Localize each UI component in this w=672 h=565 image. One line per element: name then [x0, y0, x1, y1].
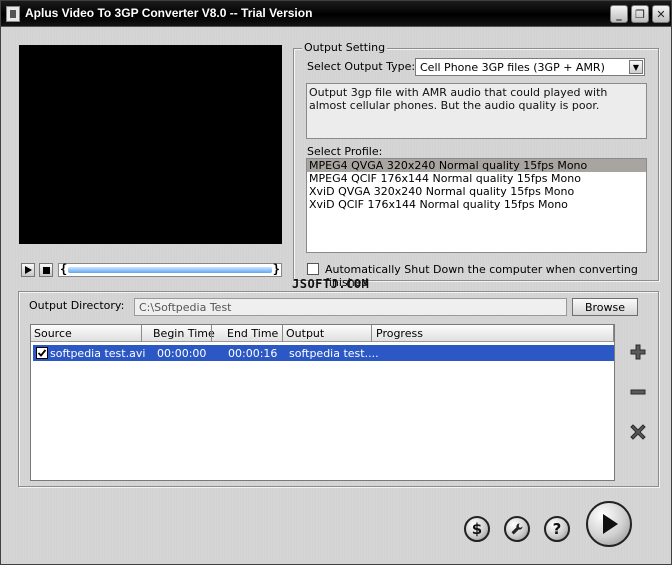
column-separator[interactable] [211, 325, 212, 342]
shutdown-checkbox[interactable] [307, 263, 319, 275]
options-button[interactable] [504, 516, 530, 542]
row-source: softpedia test.avi [50, 347, 146, 360]
row-output: softpedia test.... [289, 347, 379, 360]
profile-item[interactable]: MPEG4 QVGA 320x240 Normal quality 15fps … [307, 159, 646, 172]
seek-end-marker[interactable]: } [273, 262, 280, 276]
seek-start-marker[interactable]: { [60, 262, 67, 276]
close-button[interactable]: ✕ [652, 5, 670, 23]
profile-item[interactable]: XviD QVGA 320x240 Normal quality 15fps M… [307, 185, 646, 198]
table-row[interactable]: softpedia test.avi 00:00:00 00:00:16 sof… [33, 345, 614, 361]
output-setting-legend: Output Setting [302, 41, 388, 54]
profile-item[interactable]: XviD QCIF 176x144 Normal quality 15fps M… [307, 198, 646, 211]
column-separator[interactable] [371, 325, 372, 342]
output-type-description: Output 3gp file with AMR audio that coul… [306, 83, 647, 139]
column-header-end-time[interactable]: End Time [224, 327, 278, 340]
browse-button[interactable]: Browse [572, 298, 638, 316]
app-icon [6, 6, 20, 22]
output-type-value: Cell Phone 3GP files (3GP + AMR) [420, 61, 605, 74]
window-title: Aplus Video To 3GP Converter V8.0 -- Tri… [25, 6, 313, 20]
row-checkbox[interactable] [36, 347, 48, 359]
file-table[interactable]: Source Begin Time End Time Output Progre… [30, 324, 615, 481]
title-bar[interactable]: Aplus Video To 3GP Converter V8.0 -- Tri… [1, 1, 671, 27]
profile-list[interactable]: MPEG4 QVGA 320x240 Normal quality 15fps … [306, 158, 647, 253]
buy-button[interactable]: $ [464, 516, 490, 542]
output-type-select[interactable]: Cell Phone 3GP files (3GP + AMR) ▼ [415, 58, 645, 76]
help-button[interactable]: ? [544, 516, 570, 542]
column-separator [613, 325, 614, 342]
play-icon [603, 514, 618, 534]
column-header-begin-time[interactable]: Begin Time [150, 327, 215, 340]
play-button[interactable] [21, 263, 35, 277]
restore-button[interactable]: ❐ [631, 5, 649, 23]
seek-bar-fill [68, 267, 272, 273]
output-directory-label: Output Directory: [29, 299, 125, 312]
profile-item[interactable]: MPEG4 QCIF 176x144 Normal quality 15fps … [307, 172, 646, 185]
column-header-output[interactable]: Output [283, 327, 324, 340]
stop-icon [42, 266, 50, 274]
watermark-text: JSOFTJ.COM [292, 277, 370, 291]
seek-bar[interactable]: { } [58, 262, 282, 277]
column-header-source[interactable]: Source [31, 327, 72, 340]
main-window: Aplus Video To 3GP Converter V8.0 -- Tri… [0, 0, 672, 565]
minus-icon[interactable] [629, 383, 647, 401]
row-begin-time: 00:00:00 [157, 347, 207, 360]
plus-icon[interactable] [629, 343, 647, 361]
wrench-icon [511, 523, 523, 535]
shutdown-label: Automatically Shut Down the computer whe… [325, 263, 638, 289]
chevron-down-icon[interactable]: ▼ [629, 60, 643, 74]
column-separator[interactable] [141, 325, 142, 342]
profile-label: Select Profile: [307, 145, 383, 158]
minimize-button[interactable]: _ [610, 5, 628, 23]
column-header-progress[interactable]: Progress [373, 327, 423, 340]
convert-button[interactable] [586, 501, 632, 547]
play-icon [24, 266, 32, 274]
output-type-label: Select Output Type: [307, 60, 416, 73]
row-end-time: 00:00:16 [228, 347, 278, 360]
table-header: Source Begin Time End Time Output Progre… [31, 325, 614, 342]
output-directory-input[interactable]: C:\Softpedia Test [134, 298, 567, 316]
check-icon [37, 349, 47, 357]
video-preview [19, 45, 282, 244]
stop-button[interactable] [39, 263, 53, 277]
remove-x-icon[interactable] [629, 423, 647, 441]
